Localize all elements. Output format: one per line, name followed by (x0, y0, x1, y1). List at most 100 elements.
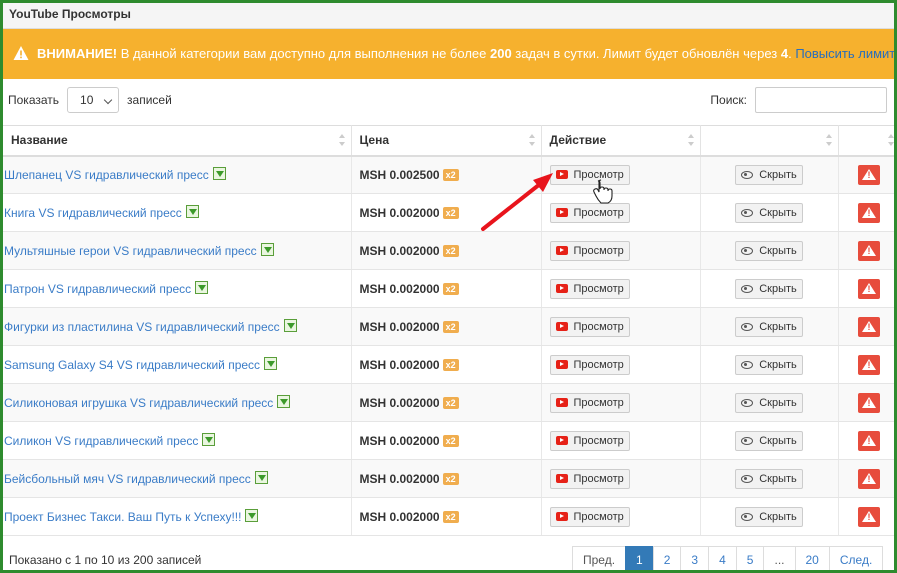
report-cell (838, 459, 894, 498)
task-name-link[interactable]: Фигурки из пластилина VS гидравлический … (4, 320, 280, 334)
hide-button[interactable]: Скрыть (735, 202, 803, 223)
multiplier-badge: x2 (442, 434, 459, 447)
hide-cell: Скрыть (700, 459, 839, 498)
panel-title: YouTube Просмотры (3, 3, 894, 29)
page-1[interactable]: 1 (625, 546, 654, 570)
youtube-icon (555, 246, 568, 255)
multiplier-badge: x2 (442, 396, 459, 409)
hide-button[interactable]: Скрыть (735, 278, 803, 299)
col-header-report[interactable] (838, 125, 894, 157)
col-header-hide[interactable] (700, 125, 839, 157)
view-button[interactable]: Просмотр (549, 354, 630, 375)
view-button[interactable]: Просмотр (549, 468, 630, 489)
price-cell: MSH 0.002000 x2 (351, 269, 542, 308)
report-warning-icon[interactable] (858, 164, 880, 185)
task-name-link[interactable]: Силикон VS гидравлический пресс (4, 434, 198, 448)
report-warning-icon[interactable] (858, 278, 880, 299)
report-warning-icon[interactable] (858, 316, 880, 337)
table-footer: Показано с 1 по 10 из 200 записей Пред. 1… (3, 543, 894, 570)
report-warning-icon[interactable] (858, 506, 880, 527)
download-icon[interactable] (264, 357, 278, 370)
price-value: MSH 0.002500 (359, 167, 440, 182)
hide-button[interactable]: Скрыть (735, 164, 803, 185)
view-button[interactable]: Просмотр (549, 164, 630, 185)
task-name-link[interactable]: Шлепанец VS гидравлический пресс (4, 168, 209, 182)
task-name-link[interactable]: Проект Бизнес Такси. Ваш Путь к Успеху!!… (4, 510, 241, 524)
tasks-table: Название Цена Действие Шлепанец VS гидра… (3, 125, 894, 536)
page-20[interactable]: 20 (794, 546, 830, 570)
download-icon[interactable] (195, 281, 209, 294)
view-button[interactable]: Просмотр (549, 278, 630, 299)
report-warning-icon[interactable] (858, 240, 880, 261)
hide-button[interactable]: Скрыть (735, 240, 803, 261)
report-cell (838, 421, 894, 460)
view-button[interactable]: Просмотр (549, 202, 630, 223)
task-name-cell: Патрон VS гидравлический пресс (3, 269, 352, 308)
increase-limit-link[interactable]: Повысить лимит (795, 46, 894, 61)
page-3[interactable]: 3 (680, 546, 710, 570)
task-name-link[interactable]: Книга VS гидравлический пресс (4, 206, 182, 220)
pagination-next[interactable]: След. (828, 546, 884, 570)
page-2[interactable]: 2 (652, 546, 682, 570)
pagination: Пред. 1 2 3 4 5... 20 След. (572, 546, 884, 570)
screenshot-frame: YouTube Просмотры ВНИМАНИЕ! В данной кат… (0, 0, 897, 573)
download-icon[interactable] (202, 433, 216, 446)
download-icon[interactable] (212, 167, 226, 181)
download-icon[interactable] (245, 509, 259, 522)
pagination-prev[interactable]: Пред. (572, 546, 627, 570)
page-size-select[interactable]: 10 (67, 87, 120, 113)
report-warning-icon[interactable] (858, 468, 880, 489)
price-cell: MSH 0.002000 x2 (351, 345, 542, 384)
view-button[interactable]: Просмотр (549, 316, 630, 337)
download-icon[interactable] (185, 205, 199, 218)
price-value: MSH 0.002000 (359, 281, 440, 296)
task-name-link[interactable]: Бейсбольный мяч VS гидравлический пресс (4, 472, 251, 486)
task-name-cell: Шлепанец VS гидравлический пресс (3, 155, 352, 194)
task-name-link[interactable]: Мультяшные герои VS гидравлический пресс (4, 244, 257, 258)
hide-button[interactable]: Скрыть (735, 354, 803, 375)
download-icon[interactable] (277, 395, 291, 408)
hide-button[interactable]: Скрыть (735, 506, 803, 527)
hide-button-label: Скрыть (759, 358, 797, 371)
download-icon[interactable] (254, 471, 268, 484)
view-button-label: Просмотр (573, 358, 624, 371)
hide-cell: Скрыть (700, 421, 839, 460)
view-button[interactable]: Просмотр (549, 392, 630, 413)
hide-button[interactable]: Скрыть (735, 468, 803, 489)
eye-icon (741, 474, 754, 483)
report-warning-icon[interactable] (858, 392, 880, 413)
hide-button-label: Скрыть (759, 434, 797, 447)
view-button[interactable]: Просмотр (549, 506, 630, 527)
table-controls: Показать 10 записей Поиск: (3, 79, 894, 125)
table-body: Шлепанец VS гидравлический пресс MSH 0.00… (3, 155, 894, 536)
report-warning-icon[interactable] (858, 430, 880, 451)
download-icon[interactable] (283, 319, 297, 332)
col-header-action[interactable]: Действие (541, 125, 701, 157)
view-button[interactable]: Просмотр (549, 240, 630, 261)
table-row: Проект Бизнес Такси. Ваш Путь к Успеху!!… (3, 497, 894, 536)
search-input[interactable] (755, 87, 887, 113)
hide-button[interactable]: Скрыть (735, 392, 803, 413)
price-value: MSH 0.002000 (359, 471, 440, 486)
hide-button[interactable]: Скрыть (735, 316, 803, 337)
task-name-cell: Силиконовая игрушка VS гидравлический пр… (3, 383, 352, 422)
report-warning-icon[interactable] (858, 354, 880, 375)
hide-button-label: Скрыть (759, 320, 797, 333)
col-header-price[interactable]: Цена (351, 125, 542, 157)
action-cell: Просмотр (541, 155, 701, 194)
report-cell (838, 307, 894, 346)
task-name-link[interactable]: Samsung Galaxy S4 VS гидравлический прес… (4, 358, 260, 372)
action-cell: Просмотр (541, 421, 701, 460)
hide-cell: Скрыть (700, 497, 839, 536)
view-button[interactable]: Просмотр (549, 430, 630, 451)
report-warning-icon[interactable] (858, 202, 880, 223)
task-name-link[interactable]: Патрон VS гидравлический пресс (4, 282, 191, 296)
download-icon[interactable] (260, 243, 274, 256)
hide-cell: Скрыть (700, 193, 839, 232)
hide-button[interactable]: Скрыть (735, 430, 803, 451)
page-5[interactable]: 5 (735, 546, 765, 570)
table-row: Бейсбольный мяч VS гидравлический пресс M… (3, 459, 894, 498)
task-name-link[interactable]: Силиконовая игрушка VS гидравлический пр… (4, 396, 273, 410)
page-4[interactable]: 4 (708, 546, 737, 570)
col-header-name[interactable]: Название (3, 125, 352, 157)
